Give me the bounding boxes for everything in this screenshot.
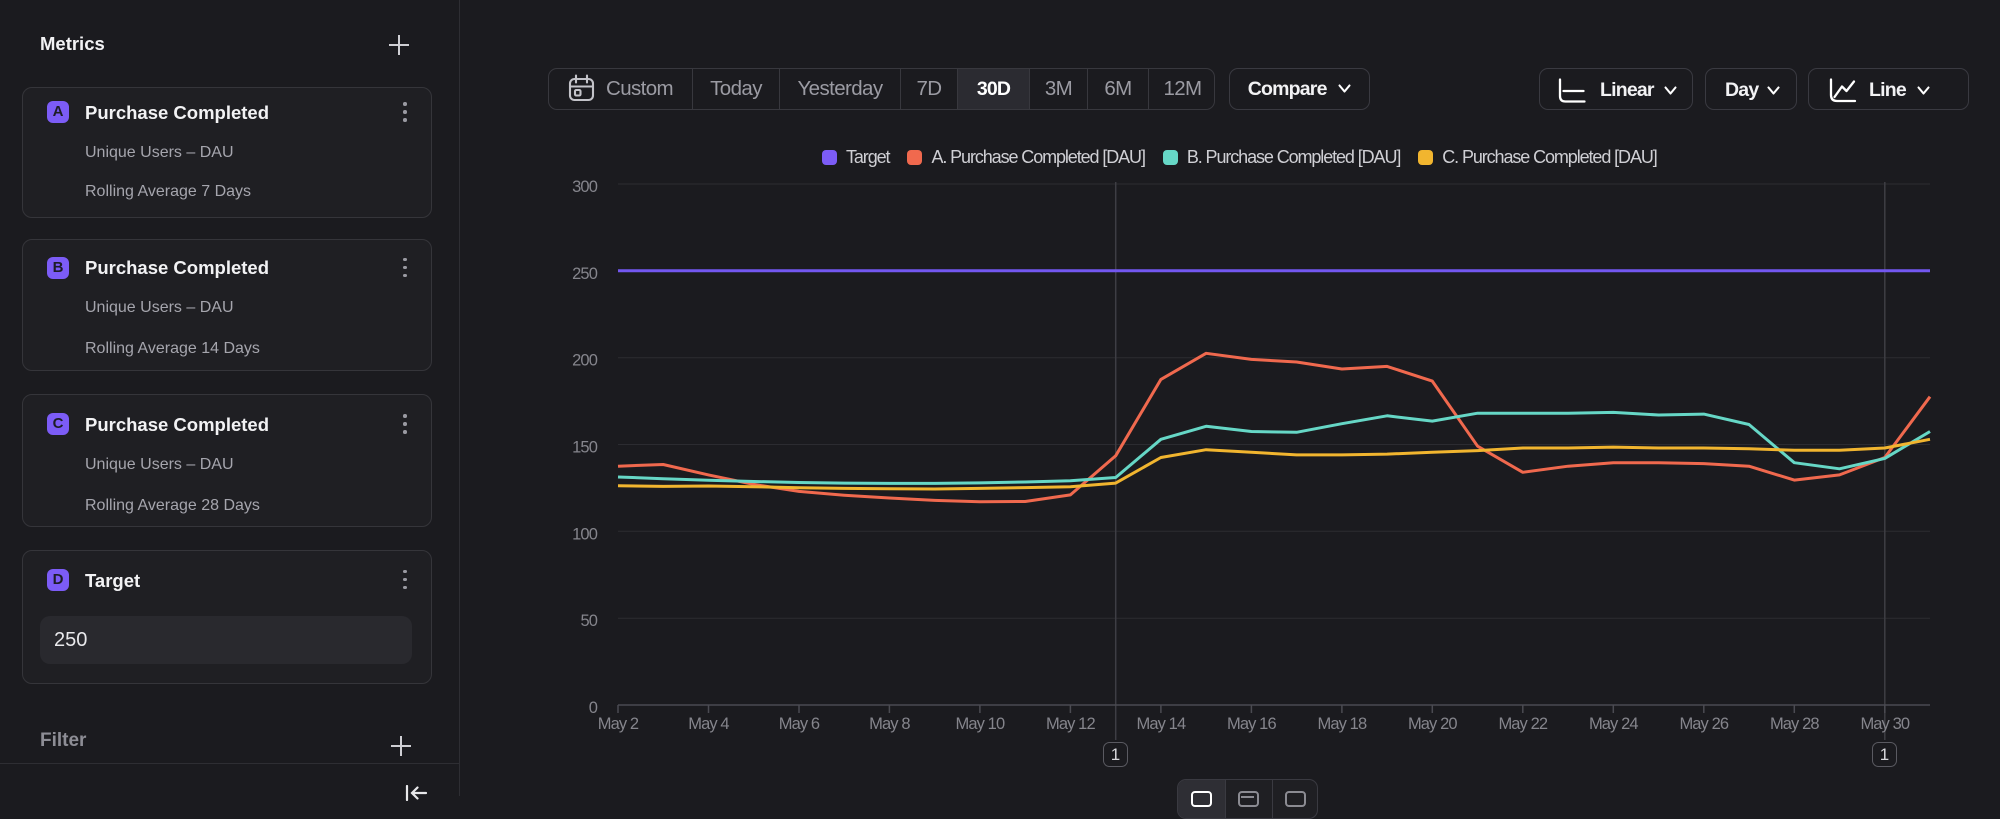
svg-text:May 22: May 22	[1498, 715, 1547, 733]
svg-text:May 2: May 2	[598, 715, 639, 733]
svg-text:May 8: May 8	[869, 715, 910, 733]
svg-text:May 4: May 4	[688, 715, 729, 733]
svg-text:May 28: May 28	[1770, 715, 1819, 733]
svg-text:May 30: May 30	[1860, 715, 1909, 733]
svg-text:200: 200	[572, 352, 598, 370]
svg-text:May 6: May 6	[779, 715, 820, 733]
svg-text:May 24: May 24	[1589, 715, 1638, 733]
svg-text:May 20: May 20	[1408, 715, 1457, 733]
svg-text:May 26: May 26	[1679, 715, 1728, 733]
svg-text:May 10: May 10	[956, 715, 1005, 733]
svg-text:May 18: May 18	[1318, 715, 1367, 733]
svg-text:100: 100	[572, 525, 598, 543]
svg-text:300: 300	[572, 178, 598, 196]
svg-text:May 16: May 16	[1227, 715, 1276, 733]
svg-text:0: 0	[589, 699, 598, 717]
svg-text:50: 50	[580, 612, 597, 630]
svg-text:150: 150	[572, 439, 598, 457]
svg-text:May 12: May 12	[1046, 715, 1095, 733]
svg-text:250: 250	[572, 265, 598, 283]
svg-text:May 14: May 14	[1137, 715, 1186, 733]
